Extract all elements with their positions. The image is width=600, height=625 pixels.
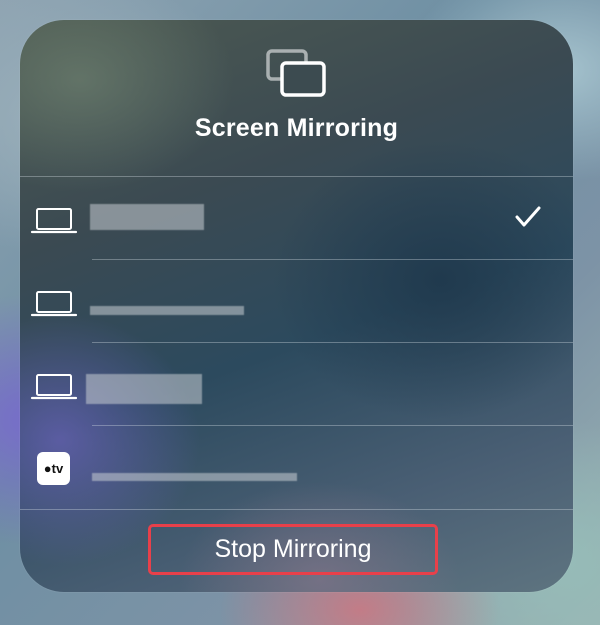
laptop-icon — [30, 208, 78, 234]
device-row-1[interactable] — [20, 177, 573, 260]
screen-mirroring-icon — [266, 49, 326, 97]
checkmark-icon — [515, 206, 541, 227]
redacted-device-name — [92, 473, 297, 481]
screen-mirroring-panel: Screen Mirroring ● tv Stop Mirroring — [20, 20, 573, 592]
page-title: Screen Mirroring — [194, 114, 399, 142]
redacted-device-name — [86, 374, 202, 404]
stop-mirroring-button[interactable]: Stop Mirroring — [148, 524, 438, 575]
device-row-4[interactable]: ● tv — [20, 426, 573, 509]
redacted-device-name — [90, 204, 204, 230]
laptop-icon — [30, 374, 78, 400]
laptop-icon — [30, 291, 78, 317]
apple-logo-icon: ● — [43, 461, 52, 476]
device-row-2[interactable] — [20, 260, 573, 343]
footer-divider — [20, 509, 573, 510]
panel-header: Screen Mirroring — [20, 20, 573, 176]
apple-tv-badge-text: tv — [51, 461, 64, 476]
redacted-device-name — [90, 306, 244, 315]
device-row-3[interactable] — [20, 343, 573, 426]
apple-tv-icon: ● tv — [37, 452, 70, 485]
